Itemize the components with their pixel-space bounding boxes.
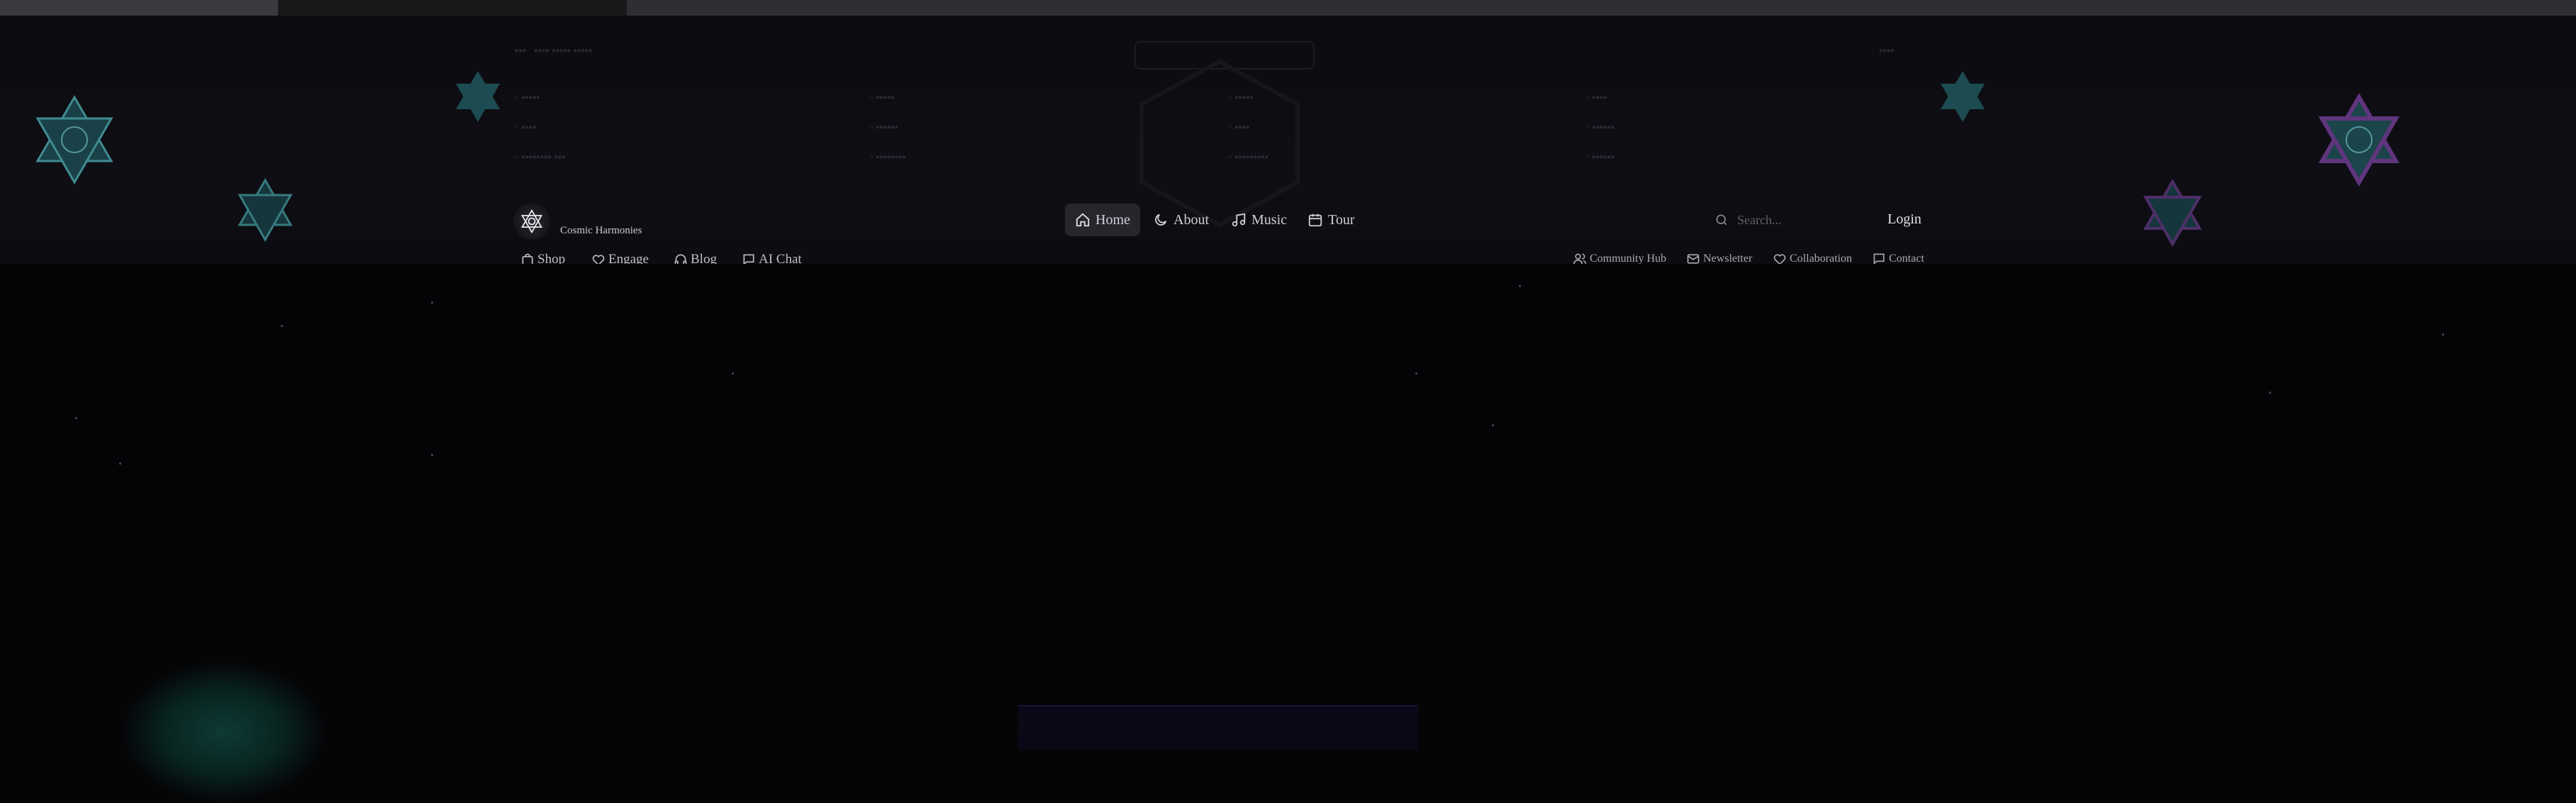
search-icon [1716, 214, 1727, 226]
calendar-icon [1308, 214, 1322, 227]
background-menu-ghost: ▪▪▪ ▪▪▪▪ ▪▪▪▪▪ ▪▪▪▪▪ [515, 45, 593, 57]
moon-star-icon [1155, 214, 1167, 226]
brand-name: Cosmic Harmonies [560, 225, 642, 236]
star-of-david-icon [513, 203, 550, 240]
star-dot [732, 372, 734, 375]
star-dot [2442, 333, 2444, 336]
star-decoration-icon [1941, 71, 1985, 122]
background-menu-ghost: ▫ ▪▪▪▪▪ [1228, 92, 1254, 104]
background-menu-ghost: ▫ ▪▪▪▪▪▪ [1585, 152, 1615, 163]
hero-section [0, 264, 2576, 803]
background-menu-ghost: ▫ ▪▪▪▪▪ [515, 92, 540, 104]
browser-tab-strip-right [627, 0, 2576, 16]
background-menu-ghost: ▫ ▪▪▪▪▪▪▪▪▪ [1228, 152, 1269, 163]
nav-tour[interactable]: Tour [1307, 204, 1354, 236]
background-menu-ghost: ▫ ▪▪▪▪▪▪ [1585, 122, 1615, 133]
star-dot [431, 301, 433, 304]
star-decoration-icon [238, 177, 293, 243]
background-menu-ghost: ▫ ▪▪▪▪ [515, 122, 537, 133]
teal-glow [121, 661, 326, 803]
star-dot [75, 417, 77, 419]
nav-about-label: About [1173, 211, 1209, 228]
nav-music-label: Music [1251, 211, 1287, 228]
star-decoration-icon [2318, 94, 2400, 186]
background-menu-ghost: ▫ ▪▪▪▪ [1585, 92, 1607, 104]
browser-tab-strip-left [0, 0, 278, 16]
star-dot [431, 454, 433, 456]
star-decoration-icon [35, 95, 113, 184]
music-note-icon [1232, 213, 1246, 227]
nav-tour-label: Tour [1328, 211, 1355, 228]
background-menu-ghost: ▫ ▪▪▪▪ [1228, 122, 1250, 133]
star-dot [1415, 372, 1417, 375]
brand[interactable]: Cosmic Harmonies [513, 203, 642, 240]
nav-home[interactable]: Home [1065, 204, 1140, 236]
background-menu-ghost: ▫ ▪▪▪▪▪▪ [869, 122, 898, 133]
nav-about[interactable]: About [1153, 204, 1209, 236]
nav-music[interactable]: Music [1231, 204, 1287, 236]
star-decoration-icon [2143, 179, 2202, 247]
browser-top-strip [0, 0, 2576, 16]
star-dot [119, 463, 121, 465]
star-dot [281, 325, 283, 327]
background-menu-ghost: ▫ ▪▪▪▪▪▪▪▪ [869, 152, 906, 163]
home-icon [1076, 213, 1090, 227]
star-dot [2269, 392, 2271, 394]
star-dot [1492, 424, 1494, 426]
nav-home-label: Home [1095, 211, 1130, 228]
browser-tab-active[interactable] [278, 0, 627, 16]
star-decoration-icon [456, 71, 500, 122]
search-input[interactable]: Search... [1714, 207, 1856, 233]
star-dot [1519, 285, 1521, 287]
site-header: ▪▪▪ ▪▪▪▪ ▪▪▪▪▪ ▪▪▪▪▪ ▪▪▪▪ ▫ ▪▪▪▪▪ ▫ ▪▪▪▪… [0, 16, 2576, 267]
background-menu-ghost: ▫ ▪▪▪▪▪ [869, 92, 895, 104]
search-placeholder: Search... [1737, 212, 1782, 227]
background-menu-ghost: ▫ ▪▪▪▪▪▪▪▪ ▪▪▪ [515, 152, 566, 163]
background-menu-ghost: ▪▪▪▪ [1879, 45, 1895, 57]
stage-panel [1018, 705, 1418, 749]
login-button[interactable]: Login [1888, 211, 1922, 228]
